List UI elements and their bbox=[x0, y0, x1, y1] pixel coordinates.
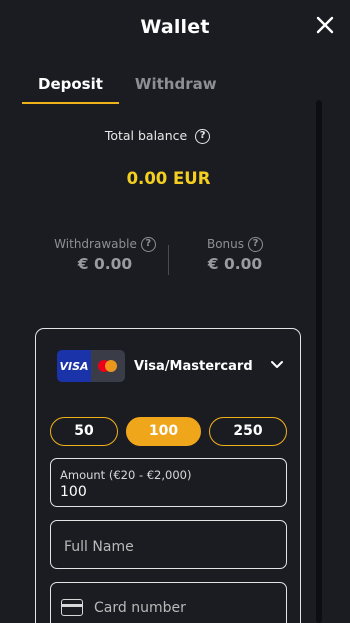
withdrawable-label: Withdrawable bbox=[54, 237, 137, 251]
bonus-label: Bonus bbox=[206, 237, 245, 251]
chevron-down-icon[interactable] bbox=[270, 360, 284, 370]
amount-value[interactable]: 100 bbox=[60, 484, 87, 500]
mastercard-logo bbox=[91, 350, 125, 382]
visa-logo: VISA bbox=[57, 350, 91, 382]
divider bbox=[168, 245, 169, 275]
quick-amount-button[interactable]: 50 bbox=[50, 417, 118, 446]
quick-amount-button[interactable]: 250 bbox=[209, 417, 287, 446]
card-number-input[interactable]: Card number bbox=[50, 582, 287, 623]
payment-method-select[interactable]: VISA Visa/Mastercard bbox=[57, 350, 253, 382]
card-number-placeholder: Card number bbox=[94, 600, 186, 616]
amount-input[interactable]: Amount (€20 - €2,000) 100 bbox=[50, 458, 287, 507]
close-icon[interactable] bbox=[314, 14, 336, 36]
total-balance-row: Total balance ? bbox=[0, 128, 315, 144]
payment-method-label: Visa/Mastercard bbox=[134, 358, 253, 374]
tab-deposit[interactable]: Deposit bbox=[22, 75, 119, 104]
help-icon[interactable]: ? bbox=[140, 237, 156, 252]
total-balance-amount: 0.00 EUR bbox=[126, 169, 211, 188]
help-icon[interactable]: ? bbox=[248, 237, 264, 252]
page-title: Wallet bbox=[140, 16, 210, 38]
full-name-placeholder: Full Name bbox=[64, 539, 134, 555]
credit-card-icon bbox=[61, 599, 83, 616]
quick-amount-button-selected[interactable]: 100 bbox=[126, 417, 201, 446]
bonus-amount: € 0.00 bbox=[207, 255, 263, 273]
help-icon[interactable]: ? bbox=[195, 129, 211, 144]
total-balance-label: Total balance bbox=[104, 128, 188, 143]
tab-withdraw[interactable]: Withdraw bbox=[119, 75, 233, 104]
tab-bar: Deposit Withdraw bbox=[22, 75, 233, 104]
withdrawable-block: Withdrawable? € 0.00 bbox=[50, 237, 160, 273]
withdrawable-amount: € 0.00 bbox=[77, 255, 133, 273]
amount-label: Amount (€20 - €2,000) bbox=[60, 468, 192, 482]
full-name-input[interactable]: Full Name bbox=[50, 520, 287, 569]
bonus-block: Bonus? € 0.00 bbox=[190, 237, 280, 273]
